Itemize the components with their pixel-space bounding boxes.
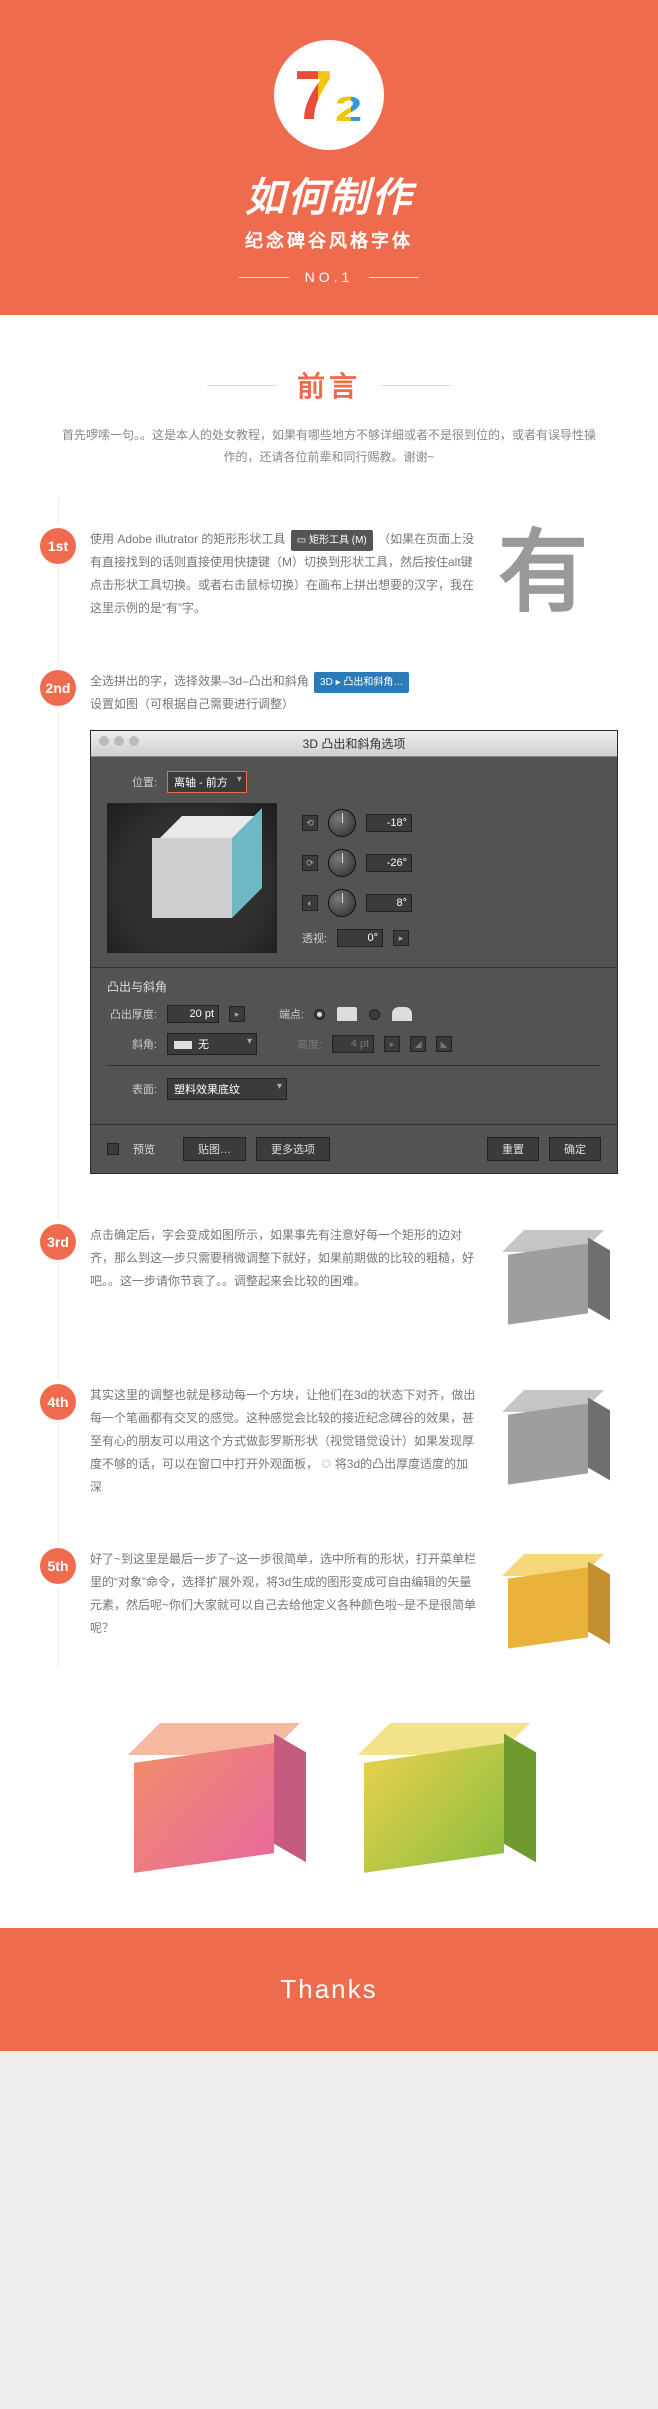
tutorial-page: 7₂ 如何制作 纪念碑谷风格字体 NO.1 前言 首先啰嗦一句。。这是本人的处女… bbox=[0, 0, 658, 2051]
dialog-titlebar: 3D 凸出和斜角选项 bbox=[91, 731, 617, 757]
step-1-badge: 1st bbox=[40, 528, 76, 564]
extrude-section-title: 凸出与斜角 bbox=[91, 967, 617, 995]
bevel-label: 斜角: bbox=[107, 1036, 157, 1052]
logo: 7₂ bbox=[274, 40, 384, 150]
perspective-stepper[interactable]: ▸ bbox=[393, 930, 409, 946]
ok-button[interactable]: 确定 bbox=[549, 1137, 601, 1161]
rot-y-input[interactable]: -26° bbox=[366, 854, 412, 872]
step-3-thumb bbox=[498, 1224, 618, 1334]
preview-checkbox[interactable] bbox=[107, 1143, 119, 1155]
step-2-text: 全选拼出的字，选择效果–3d–凸出和斜角 3D ▸ 凸出和斜角… 设置如图（可根… bbox=[90, 670, 618, 716]
perspective-input[interactable]: 0° bbox=[337, 929, 383, 947]
preface: 前言 首先啰嗦一句。。这是本人的处女教程，如果有哪些地方不够详细或者不是很到位的… bbox=[0, 315, 658, 498]
cap-off-radio[interactable] bbox=[369, 1009, 380, 1020]
step-5-thumb bbox=[498, 1548, 618, 1658]
step-1: 1st 使用 Adobe illutrator 的矩形形状工具 ▭ 矩形工具 (… bbox=[40, 528, 618, 619]
bevel-in-icon: ◢ bbox=[410, 1036, 426, 1052]
logo-mark: 7₂ bbox=[274, 40, 384, 150]
rect-tool-chip: ▭ 矩形工具 (M) bbox=[291, 530, 373, 551]
surface-select[interactable]: 塑料效果底纹 bbox=[167, 1078, 287, 1100]
dial-z[interactable] bbox=[328, 889, 356, 917]
axis-x-icon[interactable]: ⟲ bbox=[302, 815, 318, 831]
step-5-text: 好了~到这里是最后一步了~这一步很简单，选中所有的形状，打开菜单栏里的“对象”命… bbox=[90, 1548, 478, 1639]
axis-z-icon[interactable]: ◐ bbox=[302, 895, 318, 911]
more-options-button[interactable]: 更多选项 bbox=[256, 1137, 330, 1161]
axis-y-icon[interactable]: ⟳ bbox=[302, 855, 318, 871]
dialog-body: 位置: 离轴 - 前方 ⟲ -1 bbox=[91, 757, 617, 1124]
3d-dialog: 3D 凸出和斜角选项 位置: 离轴 - 前方 bbox=[90, 730, 618, 1174]
step-4-badge: 4th bbox=[40, 1384, 76, 1420]
step-3-badge: 3rd bbox=[40, 1224, 76, 1260]
depth-label: 凸出厚度: bbox=[107, 1006, 157, 1022]
dialog-title: 3D 凸出和斜角选项 bbox=[303, 737, 406, 751]
height-input: 4 pt bbox=[332, 1035, 374, 1053]
reset-button[interactable]: 重置 bbox=[487, 1137, 539, 1161]
step-3-text: 点击确定后，字会变成如图所示，如果事先有注意好每一个矩形的边对齐，那么到这一步只… bbox=[90, 1224, 478, 1292]
footer-thanks: Thanks bbox=[0, 1928, 658, 2051]
position-label: 位置: bbox=[107, 774, 157, 790]
step-3: 3rd 点击确定后，字会变成如图所示，如果事先有注意好每一个矩形的边对齐，那么到… bbox=[40, 1224, 618, 1334]
hero-issue: NO.1 bbox=[0, 269, 658, 285]
step-5-badge: 5th bbox=[40, 1548, 76, 1584]
cube-icon bbox=[152, 838, 232, 918]
depth-stepper[interactable]: ▸ bbox=[229, 1006, 245, 1022]
steps: 1st 使用 Adobe illutrator 的矩形形状工具 ▭ 矩形工具 (… bbox=[0, 498, 658, 1928]
final-render-pink bbox=[114, 1708, 314, 1878]
position-select[interactable]: 离轴 - 前方 bbox=[167, 771, 247, 793]
preface-body: 首先啰嗦一句。。这是本人的处女教程，如果有哪些地方不够详细或者不是很到位的，或者… bbox=[60, 425, 598, 468]
step-5: 5th 好了~到这里是最后一步了~这一步很简单，选中所有的形状，打开菜单栏里的“… bbox=[40, 1548, 618, 1658]
cap-flat-icon bbox=[337, 1007, 357, 1021]
flat-glyph: 有 bbox=[498, 528, 618, 618]
rot-x-input[interactable]: -18° bbox=[366, 814, 412, 832]
final-renders bbox=[40, 1708, 618, 1878]
bevel-swatch-icon bbox=[174, 1041, 192, 1049]
menu-path-chip: 3D ▸ 凸出和斜角… bbox=[314, 672, 409, 693]
step-1-thumb: 有 bbox=[498, 528, 618, 618]
dial-y[interactable] bbox=[328, 849, 356, 877]
final-render-lime bbox=[344, 1708, 544, 1878]
cap-label: 端点: bbox=[279, 1006, 304, 1022]
dialog-footer: 预览 贴图… 更多选项 重置 确定 bbox=[91, 1124, 617, 1173]
cap-on-radio[interactable] bbox=[314, 1009, 325, 1020]
hero: 7₂ 如何制作 纪念碑谷风格字体 NO.1 bbox=[0, 0, 658, 315]
rotation-dials: ⟲ -18° ⟳ -26° ◐ bbox=[302, 809, 412, 947]
map-art-button[interactable]: 贴图… bbox=[183, 1137, 246, 1161]
height-stepper: ▸ bbox=[384, 1036, 400, 1052]
surface-label: 表面: bbox=[107, 1081, 157, 1097]
depth-input[interactable]: 20 pt bbox=[167, 1005, 219, 1023]
appearance-panel-icon: ✪ bbox=[321, 1457, 331, 1471]
hero-title: 如何制作 bbox=[0, 165, 658, 223]
dial-x[interactable] bbox=[328, 809, 356, 837]
step-4-thumb bbox=[498, 1384, 618, 1494]
step-2: 2nd 全选拼出的字，选择效果–3d–凸出和斜角 3D ▸ 凸出和斜角… 设置如… bbox=[40, 670, 618, 1175]
cap-round-icon bbox=[392, 1007, 412, 1021]
hero-subtitle: 纪念碑谷风格字体 bbox=[0, 227, 658, 253]
window-traffic-lights[interactable] bbox=[99, 736, 139, 746]
preview-label: 预览 bbox=[133, 1141, 155, 1157]
step-1-text: 使用 Adobe illutrator 的矩形形状工具 ▭ 矩形工具 (M) （… bbox=[90, 528, 478, 619]
rot-z-input[interactable]: 8° bbox=[366, 894, 412, 912]
perspective-label: 透视: bbox=[302, 930, 327, 946]
bevel-out-icon: ◣ bbox=[436, 1036, 452, 1052]
height-label: 高度: bbox=[297, 1036, 322, 1052]
cube-preview[interactable] bbox=[107, 803, 277, 953]
step-2-badge: 2nd bbox=[40, 670, 76, 706]
step-4: 4th 其实这里的调整也就是移动每一个方块，让他们在3d的状态下对齐，做出每一个… bbox=[40, 1384, 618, 1498]
preface-heading: 前言 bbox=[297, 365, 361, 405]
step-4-text: 其实这里的调整也就是移动每一个方块，让他们在3d的状态下对齐，做出每一个笔画都有… bbox=[90, 1384, 478, 1498]
bevel-select[interactable]: 无 bbox=[167, 1033, 257, 1055]
